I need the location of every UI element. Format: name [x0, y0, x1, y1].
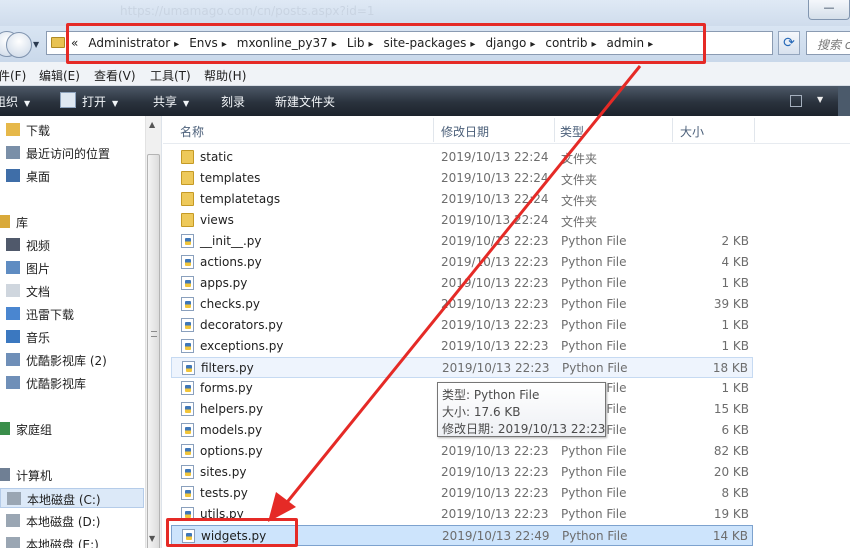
annotation-arrow — [268, 65, 642, 522]
